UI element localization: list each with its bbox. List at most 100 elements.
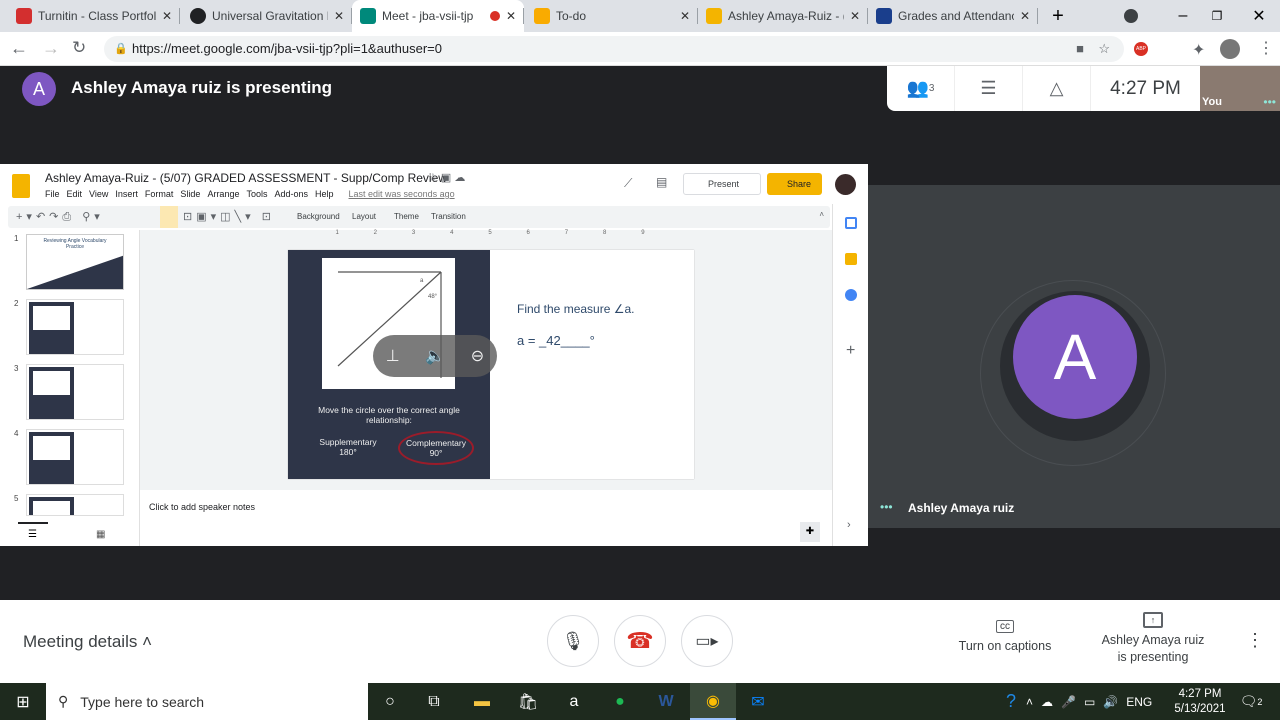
transition-button[interactable]: Transition xyxy=(431,212,466,221)
people-button[interactable]: 👥 3 xyxy=(887,66,955,111)
activity-icon[interactable]: ⟋ xyxy=(624,176,632,191)
microphone-button[interactable]: 🎙 xyxy=(547,615,599,667)
doc-title[interactable]: Ashley Amaya-Ruiz - (5/07) GRADED ASSESS… xyxy=(45,171,447,185)
star-icon[interactable]: ☆ ▣ ☁ xyxy=(428,171,465,184)
menu-file[interactable]: File xyxy=(45,189,60,199)
menu-slide[interactable]: Slide xyxy=(180,189,200,199)
speaker-notes[interactable]: Click to add speaker notes xyxy=(149,502,255,512)
word-icon[interactable]: W xyxy=(654,683,678,720)
tab-universal-gravitation[interactable]: Universal Gravitation L ✕ xyxy=(182,0,352,32)
slide-thumbnail[interactable] xyxy=(26,429,124,485)
present-button[interactable]: Present xyxy=(683,173,761,195)
spotify-icon[interactable]: ● xyxy=(608,683,632,720)
collapse-icon[interactable]: ˄ xyxy=(819,210,824,219)
theme-button[interactable]: Theme xyxy=(394,212,419,221)
menu-tools[interactable]: Tools xyxy=(246,189,267,199)
help-icon[interactable]: ? xyxy=(1000,683,1022,720)
volume-icon[interactable]: 🔊 xyxy=(1103,695,1118,709)
task-view-icon[interactable]: ⧉ xyxy=(422,683,446,720)
calendar-icon[interactable] xyxy=(845,217,857,229)
expand-icon[interactable]: › xyxy=(847,519,851,531)
user-avatar[interactable] xyxy=(835,174,856,195)
reload-button[interactable]: ↻ xyxy=(72,38,86,58)
more-options-icon[interactable]: ••• xyxy=(880,500,893,514)
back-button[interactable]: ← xyxy=(10,38,28,59)
close-icon[interactable]: ✕ xyxy=(506,9,516,23)
chevron-up-icon[interactable]: ˄ xyxy=(1026,695,1033,709)
complementary-circled[interactable]: Complementary 90° xyxy=(398,431,474,465)
language-indicator[interactable]: ENG xyxy=(1126,695,1152,709)
new-tab-button[interactable]: + xyxy=(1046,4,1070,28)
grid-view-icon[interactable]: ▦ xyxy=(96,529,105,540)
start-button[interactable]: ⊞ xyxy=(0,683,46,720)
background-button[interactable]: Background xyxy=(297,212,340,221)
taskbar-clock[interactable]: 4:27 PM 5/13/2021 xyxy=(1168,683,1232,720)
leave-call-button[interactable]: ☎ xyxy=(614,615,666,667)
close-icon[interactable]: ✕ xyxy=(850,9,860,23)
tab-search-button[interactable] xyxy=(1124,9,1138,23)
menu-icon[interactable]: ⋮ xyxy=(1258,38,1274,58)
mic-icon[interactable]: 🎤 xyxy=(1061,695,1076,709)
tasks-icon[interactable] xyxy=(845,289,857,301)
taskbar-search[interactable]: ⚲ Type here to search xyxy=(46,683,368,720)
camera-button[interactable]: ▭▸ xyxy=(681,615,733,667)
pin-icon[interactable]: ⊥ xyxy=(386,346,400,366)
url-input[interactable]: 🔒 https://meet.google.com/jba-vsii-tjp?pl… xyxy=(104,36,1124,62)
minus-circle-icon[interactable]: ⊖ xyxy=(471,346,484,366)
tab-grades[interactable]: Grades and Attendance ✕ xyxy=(868,0,1038,32)
presenting-button[interactable]: ↑ Ashley Amaya ruiz is presenting xyxy=(1088,612,1218,666)
tab-todo[interactable]: To-do ✕ xyxy=(526,0,698,32)
menu-addons[interactable]: Add-ons xyxy=(274,189,308,199)
cortana-icon[interactable]: ○ xyxy=(378,683,402,720)
notifications-button[interactable]: 🗨 2 xyxy=(1236,683,1266,720)
participant-tile[interactable]: A ••• Ashley Amaya ruiz xyxy=(868,185,1280,528)
meeting-details-button[interactable]: Meeting details ˄ xyxy=(23,632,152,652)
slide-thumbnail[interactable]: Reviewing Angle Vocabulary Practice xyxy=(26,234,124,290)
menu-format[interactable]: Format xyxy=(145,189,174,199)
toolbar-icons[interactable]: +▾↶↷⎙ ⚲▾ xyxy=(16,210,104,224)
battery-icon[interactable]: ▭ xyxy=(1084,695,1095,709)
self-video[interactable]: You ••• xyxy=(1200,66,1280,111)
profile-avatar[interactable] xyxy=(1220,39,1240,59)
menu-view[interactable]: View xyxy=(89,189,108,199)
captions-button[interactable]: cc Turn on captions xyxy=(944,620,1066,653)
keep-icon[interactable] xyxy=(845,253,857,265)
store-icon[interactable]: 🛍 xyxy=(516,683,540,720)
bookmark-star-icon[interactable]: ☆ xyxy=(1098,36,1110,62)
mail-icon[interactable]: ✉ xyxy=(746,683,770,720)
slide-thumbnail[interactable] xyxy=(26,299,124,355)
slide-thumbnail[interactable] xyxy=(26,364,124,420)
onedrive-icon[interactable]: ☁ xyxy=(1041,695,1053,709)
minimize-button[interactable]: – xyxy=(1168,4,1198,28)
last-edit-link[interactable]: Last edit was seconds ago xyxy=(349,189,455,199)
tab-slides[interactable]: Ashley Amaya-Ruiz - (✕ xyxy=(698,0,868,32)
close-icon[interactable]: ✕ xyxy=(334,9,344,23)
restore-button[interactable]: ❐ xyxy=(1202,4,1232,28)
extensions-icon[interactable]: ✦ xyxy=(1192,40,1205,60)
menu-help[interactable]: Help xyxy=(315,189,334,199)
file-explorer-icon[interactable]: ▬ xyxy=(470,683,494,720)
chat-button[interactable]: ☰ xyxy=(955,66,1023,111)
tab-meet[interactable]: Meet - jba-vsii-tjp ✕ xyxy=(352,0,524,32)
list-view-icon[interactable]: ☰ xyxy=(28,529,37,540)
select-tool[interactable] xyxy=(160,206,178,228)
more-options-icon[interactable]: ••• xyxy=(1263,95,1276,109)
add-addon-icon[interactable]: + xyxy=(846,342,855,360)
slide-thumbnail[interactable] xyxy=(26,494,124,516)
menu-insert[interactable]: Insert xyxy=(115,189,138,199)
tab-turnitin[interactable]: Turnitin - Class Portfolio ✕ xyxy=(8,0,180,32)
menu-arrange[interactable]: Arrange xyxy=(207,189,239,199)
layout-button[interactable]: Layout xyxy=(352,212,376,221)
close-window-button[interactable]: ✕ xyxy=(1244,4,1274,28)
explore-icon[interactable]: ✚ xyxy=(800,522,820,542)
close-icon[interactable]: ✕ xyxy=(162,9,172,23)
shape-tools[interactable]: ⊡▣▾◫╲▾ ⊡ xyxy=(183,210,275,223)
forward-button[interactable]: → xyxy=(42,38,60,59)
abp-icon[interactable]: ABP xyxy=(1134,42,1148,56)
comments-icon[interactable]: ▤ xyxy=(656,175,667,189)
volume-icon[interactable]: 🔈 xyxy=(425,346,445,366)
close-icon[interactable]: ✕ xyxy=(680,9,690,23)
close-icon[interactable]: ✕ xyxy=(1020,9,1030,23)
activities-button[interactable]: △ xyxy=(1023,66,1091,111)
share-button[interactable]: Share xyxy=(767,173,822,195)
